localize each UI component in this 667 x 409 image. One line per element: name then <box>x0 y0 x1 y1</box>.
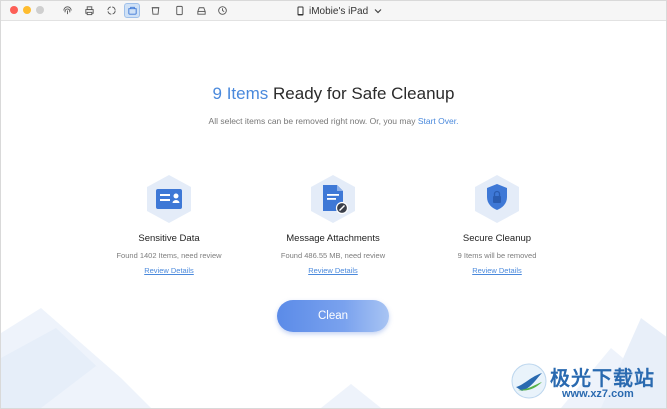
phone-tool-button[interactable] <box>171 3 187 18</box>
subtitle-text: All select items can be removed right no… <box>208 116 418 126</box>
device-icon <box>297 6 304 16</box>
app-window: iMobie's iPad 9 Items Ready for Safe Cle… <box>0 0 667 409</box>
minimize-window-button[interactable] <box>23 6 31 14</box>
card-title: Secure Cleanup <box>462 233 532 244</box>
card-description: Found 1402 Items, need review <box>116 251 222 260</box>
drive-tool-button[interactable] <box>193 3 209 18</box>
zoom-window-button[interactable] <box>36 6 44 14</box>
chevron-down-icon <box>374 9 382 14</box>
card-description: Found 486.55 MB, need review <box>280 251 386 260</box>
secure-cleanup-card: Secure Cleanup 9 Items will be removed R… <box>417 173 577 278</box>
clock-tool-button[interactable] <box>214 3 230 18</box>
review-details-link[interactable]: Review Details <box>144 266 194 275</box>
card-title: Sensitive Data <box>138 233 200 244</box>
review-details-link[interactable]: Review Details <box>308 266 358 275</box>
phone-icon <box>175 5 183 16</box>
shield-lock-icon <box>475 175 519 223</box>
drive-icon <box>196 7 206 15</box>
clock-icon <box>217 6 227 15</box>
watermark-url: www.xz7.com <box>562 388 634 400</box>
title-bar: iMobie's iPad <box>1 1 666 21</box>
review-details-link[interactable]: Review Details <box>472 266 522 275</box>
device-selector[interactable]: iMobie's iPad <box>297 4 382 18</box>
watermark-text: 极光下载站 <box>550 366 655 390</box>
printer-icon <box>84 6 94 16</box>
fingerprint-icon <box>62 6 72 15</box>
close-window-button[interactable] <box>10 6 18 14</box>
device-name: iMobie's iPad <box>309 5 369 17</box>
start-over-link[interactable]: Start Over. <box>418 116 459 126</box>
aurora-logo-icon <box>511 363 547 399</box>
attachment-doc-icon <box>311 175 355 223</box>
page-subtitle: All select items can be removed right no… <box>1 116 666 126</box>
message-attachments-card: Message Attachments Found 486.55 MB, nee… <box>253 173 413 278</box>
items-count: 9 Items <box>212 84 269 103</box>
page-title: 9 Items Ready for Safe Cleanup <box>1 84 666 104</box>
sensitive-data-card: Sensitive Data Found 1402 Items, need re… <box>89 173 249 278</box>
card-description: 9 Items will be removed <box>457 251 537 260</box>
sync-tool-button[interactable] <box>103 3 119 18</box>
watermark-logo: 极光下载站 www.xz7.com <box>508 356 666 408</box>
card-title: Message Attachments <box>286 233 380 244</box>
trash-icon <box>151 7 159 15</box>
cleanup-icon <box>127 6 137 15</box>
cleanup-tool-button[interactable] <box>124 3 140 18</box>
trash-tool-button[interactable] <box>147 3 163 18</box>
id-card-icon <box>147 175 191 223</box>
sync-icon <box>106 6 116 15</box>
fingerprint-tool-button[interactable] <box>59 3 75 18</box>
clean-button[interactable]: Clean <box>277 300 389 332</box>
printer-tool-button[interactable] <box>81 3 97 18</box>
headline-text: Ready for Safe Cleanup <box>268 84 455 103</box>
